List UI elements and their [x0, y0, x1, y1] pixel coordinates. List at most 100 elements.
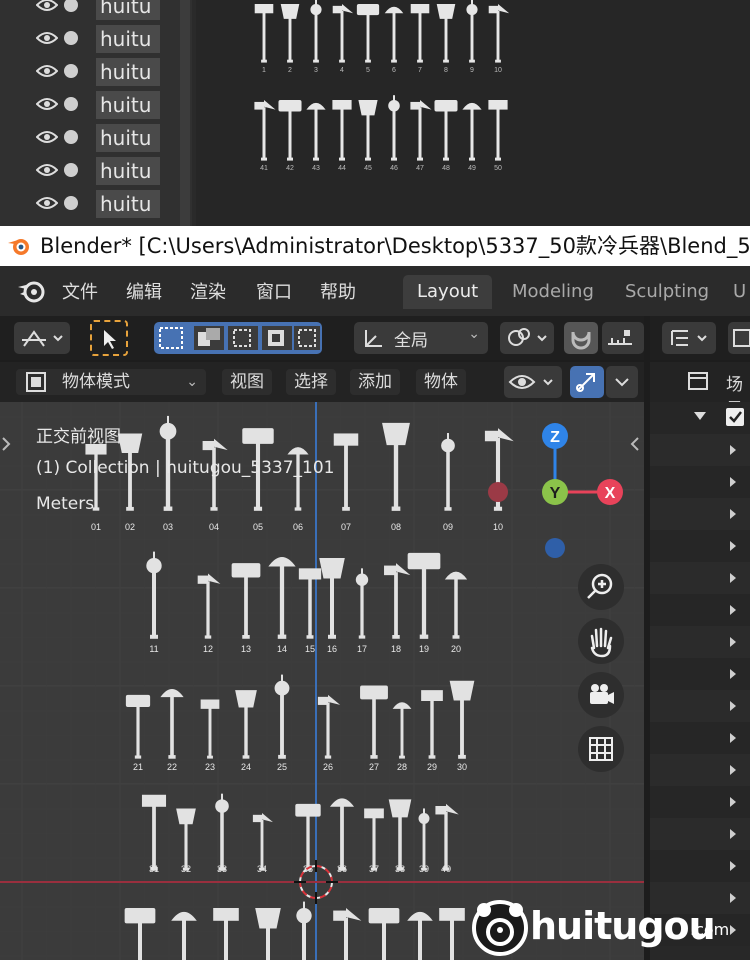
pan-button[interactable]	[578, 618, 624, 664]
camera-view-button[interactable]	[578, 672, 624, 718]
weapon-model	[329, 798, 355, 871]
select-tool-button[interactable]	[90, 320, 128, 356]
expand-arrow-icon	[730, 733, 736, 743]
menu-file[interactable]: 文件	[62, 278, 98, 304]
weapon-number-label: 17	[357, 644, 367, 654]
outliner-object-row[interactable]	[650, 658, 750, 690]
eye-icon[interactable]	[36, 64, 58, 78]
weapon-model	[462, 102, 482, 161]
perspective-toggle-button[interactable]	[578, 726, 624, 772]
gizmo-toggle[interactable]	[570, 366, 604, 398]
3d-cursor[interactable]	[294, 860, 338, 904]
weapon-model	[407, 552, 441, 639]
tab-layout[interactable]: Layout	[403, 275, 493, 309]
3d-viewport[interactable]: 01 02 03 04 05 06 07 08 09 10 11 12 13 14 15 16 17 18 19 20…	[0, 402, 644, 960]
object-mode-dropdown[interactable]: 物体模式 ⌄	[16, 369, 206, 395]
gizmo-options-dropdown[interactable]	[606, 366, 638, 398]
menu-help[interactable]: 帮助	[320, 278, 356, 304]
menu-add[interactable]: 添加	[350, 369, 400, 395]
weapon-number-label: 26	[323, 762, 333, 772]
snap-target-dropdown[interactable]	[602, 322, 644, 354]
menu-render[interactable]: 渲染	[190, 278, 226, 304]
navigation-gizmo[interactable]: Z X Y	[470, 416, 640, 576]
menu-edit[interactable]: 编辑	[126, 278, 162, 304]
weapon-model	[160, 688, 184, 759]
outliner-object-row[interactable]	[650, 626, 750, 658]
outliner-object-row[interactable]	[650, 466, 750, 498]
eye-icon[interactable]	[36, 0, 58, 12]
weapon-number-label: 34	[257, 864, 267, 874]
outliner-object-row[interactable]	[650, 754, 750, 786]
transform-orientation-dropdown[interactable]: 全局 ⌄	[354, 322, 488, 354]
weapon-model	[254, 100, 276, 161]
weapon-model	[360, 685, 388, 759]
editor-type-button[interactable]	[14, 322, 70, 354]
menu-view[interactable]: 视图	[222, 369, 272, 395]
outliner-object-row[interactable]	[650, 722, 750, 754]
outliner-row[interactable]: huitu	[24, 0, 194, 22]
weapon-model	[410, 4, 430, 63]
gizmo-y-label: Y	[550, 485, 561, 502]
render-toggle-icon[interactable]	[64, 97, 78, 111]
outliner-row[interactable]: huitu	[24, 124, 194, 154]
outliner-header	[650, 316, 750, 360]
visibility-dropdown[interactable]	[504, 366, 562, 398]
eye-icon[interactable]	[36, 97, 58, 111]
render-toggle-icon[interactable]	[64, 130, 78, 144]
render-toggle-icon[interactable]	[64, 196, 78, 210]
snap-toggle[interactable]	[564, 322, 598, 354]
outliner-object-row[interactable]	[650, 786, 750, 818]
outliner-row[interactable]: huitu	[24, 190, 194, 220]
pivot-point-dropdown[interactable]	[500, 322, 554, 354]
render-toggle-icon[interactable]	[64, 0, 78, 12]
zoom-button[interactable]	[578, 564, 624, 610]
preview-viewport: 1 2 3 4 5 6 7 8 9 10 41 42 43 44 45 46 47 48 49 50	[196, 0, 750, 226]
outliner-object-row[interactable]	[650, 498, 750, 530]
tab-sculpting[interactable]: Sculpting	[611, 275, 723, 309]
outliner-row[interactable]: huitu	[24, 91, 194, 121]
outliner-object-row[interactable]	[650, 850, 750, 882]
weapon-number-label: 13	[241, 644, 251, 654]
render-toggle-icon[interactable]	[64, 163, 78, 177]
outliner-object-row[interactable]	[650, 402, 750, 434]
outliner-scrollbar[interactable]	[180, 0, 190, 226]
cursor-arrow-icon	[104, 330, 116, 349]
blender-menu-icon[interactable]	[16, 278, 46, 304]
tab-uv-editing[interactable]: U	[727, 275, 750, 309]
weapon-model	[488, 100, 508, 161]
weapon-model	[435, 803, 459, 871]
outliner-object-row[interactable]	[650, 530, 750, 562]
menu-window[interactable]: 窗口	[256, 278, 292, 304]
weapon-number-label: 49	[468, 165, 476, 172]
outliner-object-row[interactable]	[650, 594, 750, 626]
weapon-model	[274, 674, 290, 759]
eye-icon[interactable]	[36, 163, 58, 177]
outliner-editor-type[interactable]	[662, 322, 716, 354]
render-toggle-icon[interactable]	[64, 31, 78, 45]
outliner-row[interactable]: huitu	[24, 157, 194, 187]
menu-select[interactable]: 选择	[286, 369, 336, 395]
outliner-row[interactable]: huitu	[24, 58, 194, 88]
weapon-model	[332, 4, 354, 63]
eye-icon[interactable]	[36, 31, 58, 45]
object-origin-icon	[22, 330, 63, 347]
outliner-row-name: huitu	[96, 190, 160, 218]
eye-icon[interactable]	[36, 130, 58, 144]
outliner-object-row[interactable]	[650, 562, 750, 594]
display-mode-button[interactable]	[728, 322, 750, 354]
outliner-object-row[interactable]	[650, 818, 750, 850]
toolbar-expand-icon[interactable]	[0, 432, 12, 456]
weapon-number-label: 11	[149, 644, 158, 654]
hand-icon	[590, 627, 613, 658]
eye-icon[interactable]	[36, 196, 58, 210]
outliner-row[interactable]: huitu	[24, 25, 194, 55]
outliner-object-row[interactable]	[650, 690, 750, 722]
tab-modeling[interactable]: Modeling	[498, 275, 608, 309]
render-toggle-icon[interactable]	[64, 64, 78, 78]
outliner-object-row[interactable]	[650, 434, 750, 466]
menu-object[interactable]: 物体	[416, 369, 466, 395]
weapon-number-label: 29	[427, 762, 437, 772]
weapon-model	[298, 568, 322, 639]
outliner-row-name: huitu	[96, 25, 160, 53]
weapon-model	[146, 551, 162, 639]
